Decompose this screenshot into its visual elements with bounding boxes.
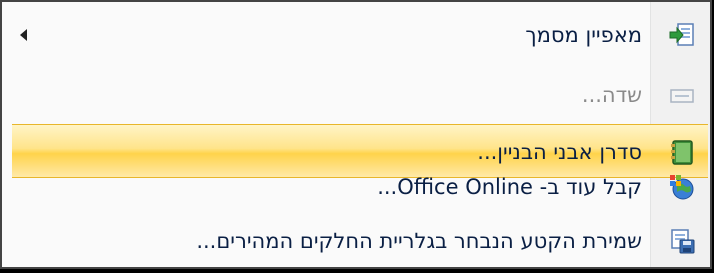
menu-item-save-selection[interactable]: שמירת הקטע הנבחר בגלריית החלקים המהירים.…	[2, 214, 710, 268]
menu-item-label: שדה...	[581, 83, 642, 107]
save-selection-icon	[668, 227, 696, 255]
submenu-arrow-icon	[20, 29, 27, 41]
menu-item-label: קבל עוד ב- Office Online...	[377, 175, 642, 199]
menu-item-label: מאפיין מסמך	[525, 23, 642, 47]
menu-item-office-online[interactable]: קבל עוד ב- Office Online...	[2, 160, 710, 214]
menu-item-label: שמירת הקטע הנבחר בגלריית החלקים המהירים.…	[196, 229, 642, 253]
quick-parts-menu: מאפיין מסמך שדה... סדרן אבני הבניין... ק…	[0, 0, 712, 269]
office-online-icon	[668, 173, 696, 201]
menu-item-field[interactable]: שדה...	[2, 68, 710, 122]
menu-item-document-property[interactable]: מאפיין מסמך	[2, 8, 710, 62]
field-icon	[668, 81, 696, 109]
document-property-icon	[668, 21, 696, 49]
